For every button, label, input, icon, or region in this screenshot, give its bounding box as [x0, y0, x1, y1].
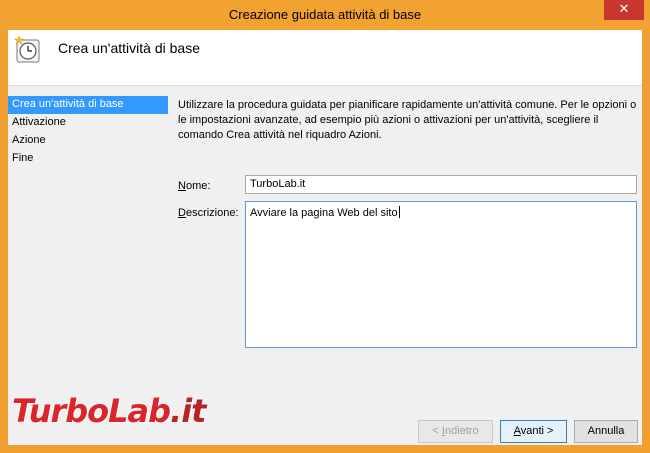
- description-label: Descrizione:: [178, 207, 239, 219]
- wizard-step-list: Crea un'attività di base Attivazione Azi…: [8, 96, 168, 168]
- close-icon: ✕: [618, 2, 630, 17]
- description-line: comando Crea attività nel riquadro Azion…: [178, 129, 382, 141]
- window-title: Creazione guidata attività di base: [228, 7, 422, 22]
- name-label: Nome:: [178, 180, 210, 192]
- back-rest: ndietro: [444, 425, 479, 437]
- description-line: Utilizzare la procedura guidata per pian…: [178, 99, 637, 111]
- next-button[interactable]: Avanti >: [500, 420, 567, 443]
- wizard-window: Creazione guidata attività di base ✕ Cre…: [0, 0, 650, 453]
- description-textarea[interactable]: Avviare la pagina Web del sito: [245, 201, 637, 348]
- wizard-description: Utilizzare la procedura guidata per pian…: [178, 98, 638, 143]
- step-attivazione[interactable]: Attivazione: [8, 114, 168, 132]
- name-label-rest: ome:: [185, 180, 211, 192]
- description-line: le impostazioni avanzate, ad esempio più…: [178, 114, 599, 126]
- description-label-accel: D: [178, 207, 186, 219]
- description-label-rest: escrizione:: [185, 207, 239, 219]
- watermark-main: TurboLab: [12, 392, 171, 430]
- title-bar[interactable]: Creazione guidata attività di base ✕: [0, 0, 650, 30]
- description-value: Avviare la pagina Web del sito: [250, 207, 398, 219]
- back-prefix: <: [432, 425, 442, 437]
- step-azione[interactable]: Azione: [8, 132, 168, 150]
- watermark-suffix: .it: [170, 392, 206, 430]
- step-fine[interactable]: Fine: [8, 150, 168, 168]
- text-caret: [398, 206, 400, 218]
- next-rest: vanti >: [520, 425, 554, 437]
- page-title: Crea un'attività di base: [58, 40, 200, 56]
- name-input[interactable]: TurboLab.it: [245, 175, 637, 194]
- next-accel: A: [513, 425, 521, 437]
- cancel-button[interactable]: Annulla: [574, 420, 638, 443]
- back-button[interactable]: < Indietro: [418, 420, 493, 443]
- close-button[interactable]: ✕: [604, 0, 644, 20]
- turbolab-watermark: TurboLab.it: [12, 392, 206, 430]
- wizard-header: Crea un'attività di base: [8, 30, 642, 86]
- task-scheduler-clock-icon: [13, 34, 43, 64]
- wizard-client: Crea un'attività di base Crea un'attivit…: [8, 30, 642, 445]
- name-label-accel: N: [178, 180, 186, 192]
- step-crea-attivita[interactable]: Crea un'attività di base: [8, 96, 168, 114]
